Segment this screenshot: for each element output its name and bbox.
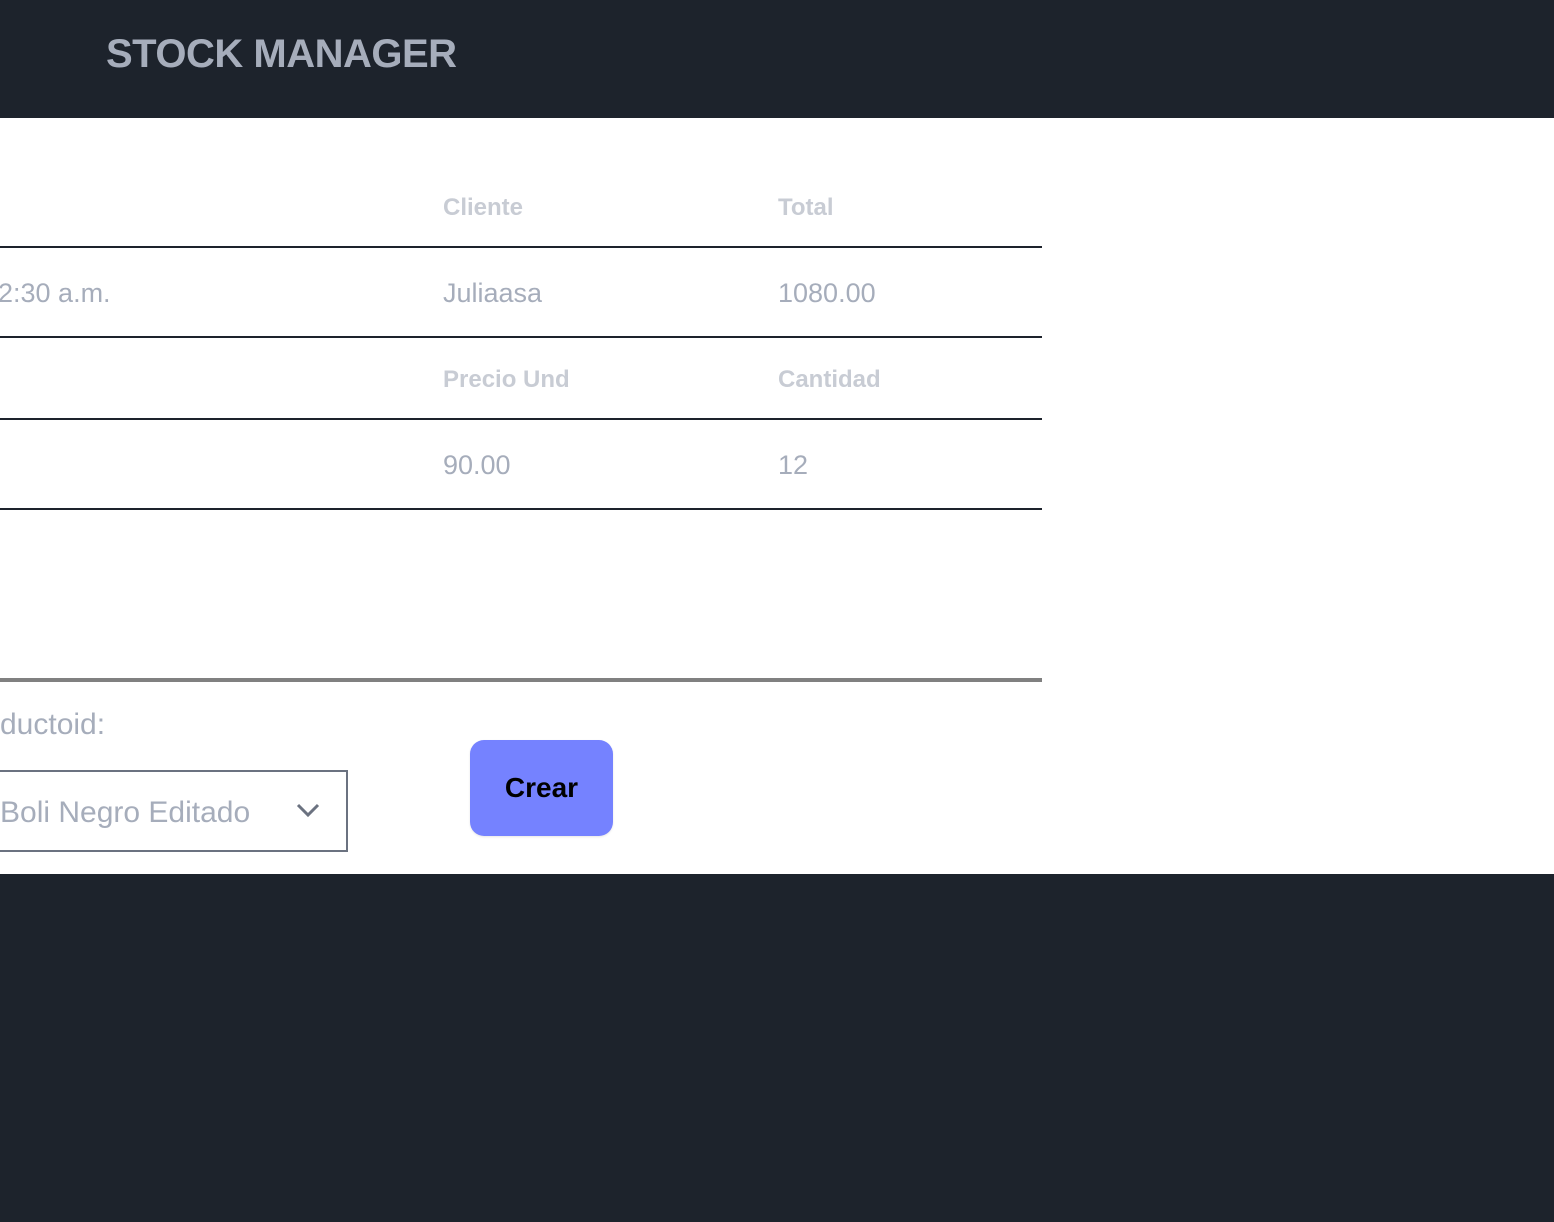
product-select[interactable]: Boli Negro Editado: [0, 770, 348, 852]
create-button[interactable]: Crear: [470, 740, 613, 836]
product-label: ductoid:: [0, 708, 106, 741]
divider: [0, 336, 1042, 338]
cell-total: 1080.00: [778, 278, 876, 308]
column-header-cliente: Cliente: [443, 194, 524, 221]
product-select-value: Boli Negro Editado: [0, 796, 251, 829]
cell-quantity: 12: [778, 450, 809, 480]
main-content: Cliente Total 2:30 a.m. Juliaasa 1080.00…: [0, 118, 1554, 874]
divider: [0, 418, 1042, 420]
divider: [0, 246, 1042, 248]
cell-client: Juliaasa: [443, 278, 543, 308]
divider: [0, 508, 1042, 510]
app-header: STOCK MANAGER: [0, 0, 1554, 118]
chevron-down-icon: [296, 800, 320, 825]
column-header-total: Total: [778, 194, 834, 221]
cell-date: 2:30 a.m.: [0, 278, 111, 308]
section-divider: [0, 678, 1042, 682]
column-header-cantidad: Cantidad: [778, 366, 881, 393]
app-title: STOCK MANAGER: [106, 32, 457, 76]
column-header-precio-und: Precio Und: [443, 366, 570, 393]
cell-price: 90.00: [443, 450, 511, 480]
